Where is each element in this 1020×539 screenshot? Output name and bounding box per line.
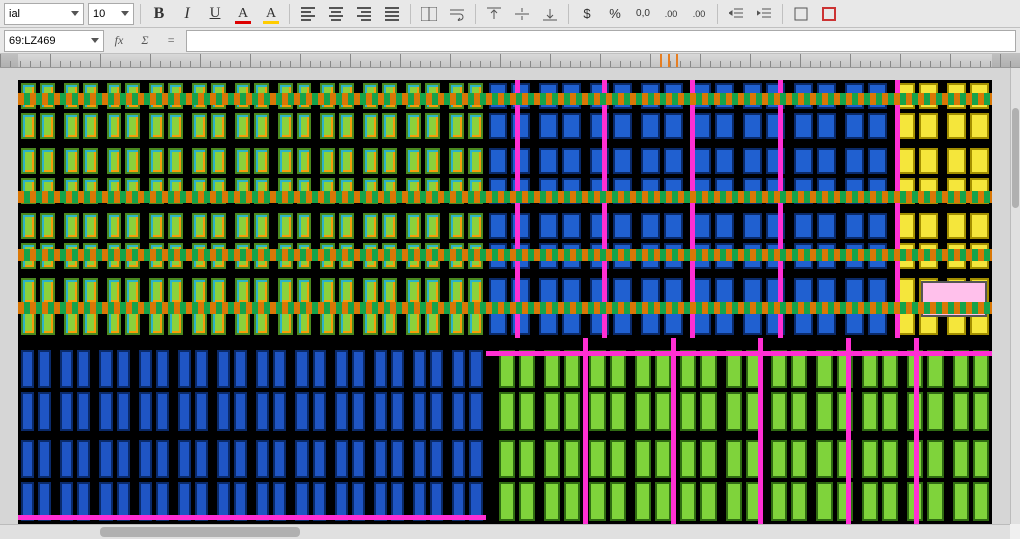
increase-indent-button[interactable] [752,2,776,26]
number-format-button[interactable]: 0,0 [631,2,655,26]
border-style-button[interactable] [817,2,841,26]
font-name-combo[interactable]: ial [4,3,84,25]
chevron-down-icon [71,11,79,16]
valign-mid-icon [515,7,529,21]
align-center-icon [329,7,343,21]
ruler-right-margin [992,54,1020,67]
highlight-swatch [263,21,279,24]
decrease-indent-button[interactable] [724,2,748,26]
valign-bot-icon [543,7,557,21]
separator [717,4,718,24]
wrap-text-button[interactable] [445,2,469,26]
ruler-left-margin [0,54,18,67]
cell-artwork [18,80,992,524]
horizontal-ruler[interactable] [0,54,1020,68]
font-name-value: ial [9,8,20,20]
outdent-icon [729,7,743,21]
vertical-scrollbar[interactable] [1010,68,1020,524]
align-right-button[interactable] [352,2,376,26]
wrap-icon [449,7,465,21]
align-center-button[interactable] [324,2,348,26]
formula-equals-button[interactable]: = [160,30,182,52]
highlight-glyph: A [266,6,276,22]
align-justify-icon [385,7,399,21]
valign-middle-button[interactable] [510,2,534,26]
bold-button[interactable]: B [147,2,171,26]
separator [410,4,411,24]
sum-button[interactable]: Σ [134,30,156,52]
chevron-down-icon [121,11,129,16]
add-decimal-button[interactable]: .00 [659,2,683,26]
remove-decimal-button[interactable]: .00 [687,2,711,26]
separator [568,4,569,24]
font-size-combo[interactable]: 10 [88,3,134,25]
indent-icon [757,7,771,21]
quad-bottom-left [18,338,486,524]
currency-button[interactable]: $ [575,2,599,26]
merge-cells-button[interactable] [417,2,441,26]
font-color-swatch [235,21,251,24]
underline-button[interactable]: U [203,2,227,26]
horizontal-scrollbar[interactable] [0,524,1010,539]
formula-input[interactable] [186,30,1016,52]
quad-top-right [486,80,992,338]
align-right-icon [357,7,371,21]
borders-button[interactable] [789,2,813,26]
merge-icon [421,7,437,21]
separator [475,4,476,24]
function-wizard-button[interactable]: fx [108,30,130,52]
valign-top-icon [487,7,501,21]
valign-top-button[interactable] [482,2,506,26]
quad-bottom-right [486,338,992,524]
italic-button[interactable]: I [175,2,199,26]
font-color-glyph: A [238,6,248,22]
quad-top-left [18,80,486,338]
formula-bar: 69:LZ469 fx Σ = [0,28,1020,54]
separator [140,4,141,24]
font-size-value: 10 [93,8,105,20]
valign-bottom-button[interactable] [538,2,562,26]
chevron-down-icon [91,38,99,43]
align-left-button[interactable] [296,2,320,26]
separator [289,4,290,24]
scrollbar-thumb[interactable] [100,527,300,537]
scrollbar-thumb[interactable] [1012,108,1019,208]
separator [782,4,783,24]
border-style-icon [822,7,836,21]
border-icon [794,7,808,21]
formatting-toolbar: ial 10 B I U A A $ % 0,0 .00 .00 [0,0,1020,28]
highlight-button[interactable]: A [259,2,283,26]
align-left-icon [301,7,315,21]
align-justify-button[interactable] [380,2,404,26]
name-box-value: 69:LZ469 [9,35,55,47]
font-color-button[interactable]: A [231,2,255,26]
name-box[interactable]: 69:LZ469 [4,30,104,52]
percent-button[interactable]: % [603,2,627,26]
spreadsheet-canvas[interactable] [0,68,1010,524]
